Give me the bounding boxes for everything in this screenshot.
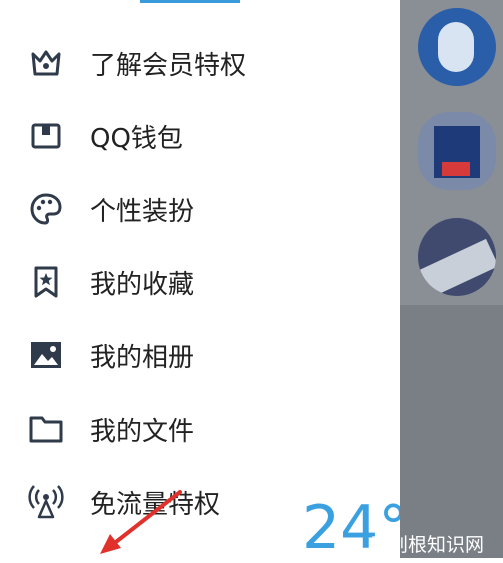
avatar[interactable] bbox=[418, 112, 496, 190]
red-arrow-annotation bbox=[100, 490, 182, 554]
avatar[interactable] bbox=[418, 8, 496, 86]
avatar[interactable] bbox=[418, 218, 496, 296]
side-drawer: 了解会员特权 QQ钱包 个性装扮 我的收藏 我的相册 我的文件 免流量特权 24… bbox=[0, 0, 408, 558]
watermark-text: 爱创根知识网 bbox=[370, 534, 485, 556]
